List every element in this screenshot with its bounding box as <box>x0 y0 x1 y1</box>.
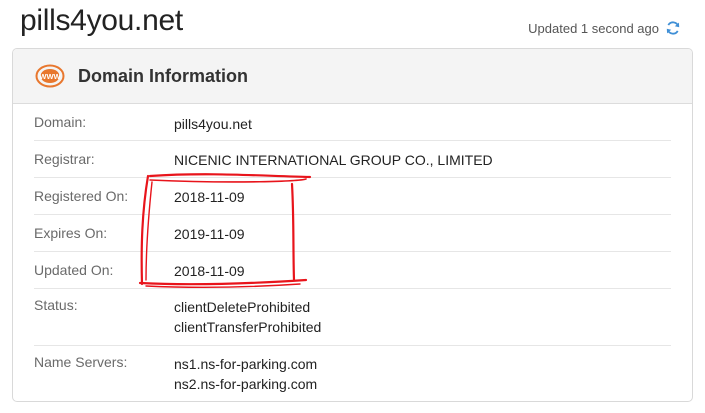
row-label: Name Servers: <box>34 354 128 370</box>
row-label: Expires On: <box>34 225 108 241</box>
name-server-value[interactable]: ns1.ns-for-parking.com <box>174 354 317 374</box>
updated-text: Updated 1 second ago <box>528 20 659 36</box>
row-name-servers: Name Servers: ns1.ns-for-parking.com ns2… <box>34 346 671 401</box>
row-expires-on: Expires On: 2019-11-09 <box>34 215 671 252</box>
row-registered-on: Registered On: 2018-11-09 <box>34 178 671 215</box>
site-title: pills4you.net <box>20 4 183 37</box>
row-label: Status: <box>34 297 78 313</box>
info-rows: Domain: pills4you.net Registrar: NICENIC… <box>13 104 692 401</box>
row-value: 2019-11-09 <box>174 226 245 242</box>
row-label: Domain: <box>34 114 87 130</box>
row-updated-on: Updated On: 2018-11-09 <box>34 252 671 289</box>
refresh-icon[interactable] <box>665 20 681 36</box>
row-registrar: Registrar: NICENIC INTERNATIONAL GROUP C… <box>34 141 671 178</box>
panel-title: Domain Information <box>78 65 248 86</box>
updated-status: Updated 1 second ago <box>528 20 681 36</box>
row-value: 2018-11-09 <box>174 263 245 279</box>
row-value: NICENIC INTERNATIONAL GROUP CO., LIMITED <box>174 152 493 168</box>
www-icon: WWW <box>35 64 65 88</box>
row-value: 2018-11-09 <box>174 189 245 205</box>
row-label: Updated On: <box>34 262 114 278</box>
row-label: Registrar: <box>34 151 95 167</box>
www-icon-text: WWW <box>39 72 61 81</box>
domain-info-panel: WWW Domain Information Domain: pills4you… <box>12 48 693 402</box>
name-server-value[interactable]: ns2.ns-for-parking.com <box>174 374 317 394</box>
row-status: Status: clientDeleteProhibited clientTra… <box>34 289 671 346</box>
row-label: Registered On: <box>34 188 129 204</box>
status-value: clientDeleteProhibited <box>174 299 311 315</box>
panel-header: WWW Domain Information <box>13 49 692 104</box>
row-domain: Domain: pills4you.net <box>34 104 671 141</box>
row-value: clientDeleteProhibited clientTransferPro… <box>174 289 321 337</box>
status-value: clientTransferProhibited <box>174 319 322 335</box>
row-value: pills4you.net <box>174 116 252 132</box>
row-value: ns1.ns-for-parking.com ns2.ns-for-parkin… <box>174 346 317 394</box>
